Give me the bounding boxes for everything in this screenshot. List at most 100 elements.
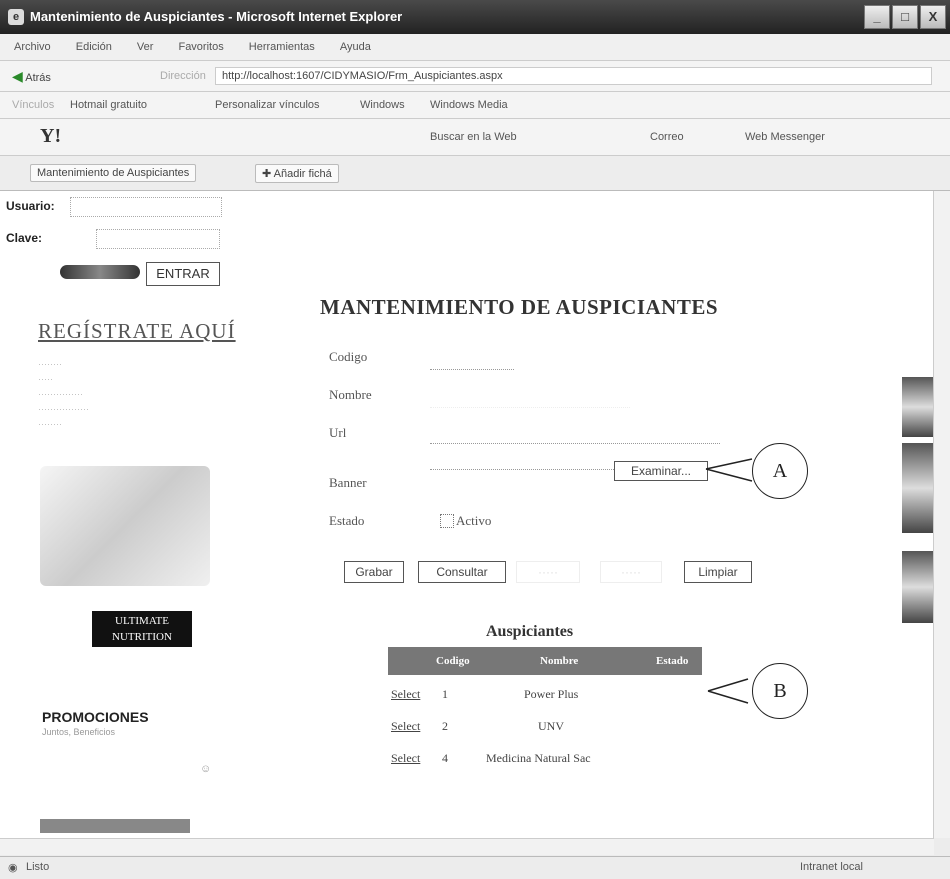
sidebar-link-3[interactable]: ··············· <box>38 389 83 399</box>
table-row: Select 1 Power Plus <box>388 683 702 709</box>
sidebar-link-5[interactable]: ········ <box>38 419 62 429</box>
promo-image[interactable] <box>40 466 210 586</box>
estado-label: Estado <box>329 513 365 528</box>
nombre-label: Nombre <box>329 387 372 402</box>
table-title: Auspiciantes <box>486 623 574 640</box>
sidebar: Usuario: Clave: ENTRAR REGÍSTRATE AQUÍ ·… <box>0 191 270 838</box>
link-hotmail[interactable]: Hotmail gratuito <box>70 99 147 111</box>
address-bar[interactable]: http://localhost:1607/CIDYMASIO/Frm_Ausp… <box>215 67 932 85</box>
table-row: Select 2 UNV <box>388 715 702 741</box>
promociones-subtitle: Juntos, Beneficios <box>42 727 116 737</box>
select-link[interactable]: Select <box>391 719 420 734</box>
tab-mantenimiento[interactable]: Mantenimiento de Auspiciantes <box>30 164 197 182</box>
messenger-button[interactable]: Web Messenger <box>745 131 825 143</box>
vinculos-label: Vínculos <box>12 99 55 111</box>
correo-button[interactable]: Correo <box>650 131 684 143</box>
menu-bar: Archivo Edición Ver Favoritos Herramient… <box>0 34 950 61</box>
plus-icon: ✚ <box>262 168 274 180</box>
close-button[interactable]: X <box>920 5 946 29</box>
row-nombre: UNV <box>538 719 564 733</box>
zone-text: Intranet local <box>800 861 863 873</box>
password-input[interactable] <box>96 229 220 249</box>
col-nombre: Nombre <box>540 655 579 667</box>
yahoo-toolbar: Y! Buscar en la Web Correo Web Messenger <box>0 119 950 156</box>
back-label: Atrás <box>25 72 51 84</box>
callout-b: B <box>752 663 808 719</box>
codigo-input[interactable] <box>430 353 514 370</box>
promociones-heading: PROMOCIONES <box>42 709 149 725</box>
disabled-button-1[interactable]: ····· <box>516 561 580 583</box>
yahoo-search-button[interactable]: Buscar en la Web <box>430 131 517 143</box>
user-label: Usuario: <box>6 199 55 213</box>
minimize-button[interactable]: _ <box>864 5 890 29</box>
sidebar-banner[interactable] <box>40 819 190 833</box>
horizontal-scrollbar[interactable] <box>0 838 934 855</box>
callout-a: A <box>752 443 808 499</box>
vertical-scrollbar[interactable] <box>933 191 950 838</box>
add-favorite-label: Añadir fichá <box>273 168 332 180</box>
user-input[interactable] <box>70 197 222 217</box>
grabar-button[interactable]: Grabar <box>344 561 404 583</box>
address-label: Dirección <box>160 70 206 82</box>
nombre-input[interactable] <box>430 391 630 408</box>
ultimate-nutrition-logo[interactable]: ULTIMATE NUTRITION <box>92 611 192 647</box>
consultar-button[interactable]: Consultar <box>418 561 506 583</box>
side-photo-1 <box>902 377 934 437</box>
url-input[interactable] <box>430 427 720 444</box>
banner-input[interactable] <box>430 453 614 470</box>
row-codigo: 4 <box>442 751 448 765</box>
status-bar: ◉ Listo Intranet local <box>0 856 950 879</box>
add-favorite-button[interactable]: ✚ Añadir fichá <box>255 164 339 183</box>
tab-bar: Mantenimiento de Auspiciantes ✚ Añadir f… <box>0 156 950 191</box>
row-nombre: Medicina Natural Sac <box>486 751 591 765</box>
menu-favoritos[interactable]: Favoritos <box>178 41 223 53</box>
col-estado: Estado <box>656 655 689 667</box>
menu-edicion[interactable]: Edición <box>76 41 112 53</box>
status-text: Listo <box>26 861 50 873</box>
side-photo-3 <box>902 551 934 623</box>
examinar-button[interactable]: Examinar... <box>614 461 708 481</box>
menu-herramientas[interactable]: Herramientas <box>249 41 315 53</box>
page-content: Usuario: Clave: ENTRAR REGÍSTRATE AQUÍ ·… <box>0 191 934 838</box>
smile-icon: ☺ <box>200 763 212 775</box>
sidebar-link-2[interactable]: ····· <box>38 374 53 384</box>
disabled-button-2[interactable]: ····· <box>600 561 662 583</box>
activo-label: Activo <box>456 513 492 528</box>
back-button[interactable]: ◀ Atrás <box>12 68 51 85</box>
row-nombre: Power Plus <box>524 687 579 701</box>
register-link[interactable]: REGÍSTRATE AQUÍ <box>38 319 236 344</box>
window-controls: _ □ X <box>864 5 946 29</box>
select-link[interactable]: Select <box>391 751 420 766</box>
menu-ver[interactable]: Ver <box>137 41 154 53</box>
link-personalizar[interactable]: Personalizar vínculos <box>215 99 320 111</box>
main-form: MANTENIMIENTO DE AUSPICIANTES Codigo Nom… <box>300 191 920 838</box>
select-link[interactable]: Select <box>391 687 420 702</box>
row-codigo: 1 <box>442 687 448 701</box>
menu-ayuda[interactable]: Ayuda <box>340 41 371 53</box>
codigo-label: Codigo <box>329 349 368 364</box>
table-row: Select 4 Medicina Natural Sac <box>388 747 702 773</box>
ie-logo-icon: e <box>8 9 24 25</box>
globe-icon: ◉ <box>8 862 18 874</box>
sidebar-link-4[interactable]: ················· <box>38 404 89 414</box>
page-title: MANTENIMIENTO DE AUSPICIANTES <box>320 295 719 319</box>
maximize-button[interactable]: □ <box>892 5 918 29</box>
activo-checkbox[interactable] <box>440 514 454 528</box>
password-label: Clave: <box>6 231 43 245</box>
limpiar-button[interactable]: Limpiar <box>684 561 752 583</box>
window-title: Mantenimiento de Auspiciantes - Microsof… <box>30 9 403 24</box>
link-windows-media[interactable]: Windows Media <box>430 99 508 111</box>
menu-archivo[interactable]: Archivo <box>14 41 51 53</box>
banner-label: Banner <box>329 475 367 490</box>
yahoo-logo[interactable]: Y! <box>40 125 61 148</box>
sidebar-link-1[interactable]: ········ <box>38 359 62 369</box>
login-button[interactable]: ENTRAR <box>146 262 220 286</box>
link-windows[interactable]: Windows <box>360 99 405 111</box>
robot-icon <box>60 265 140 279</box>
table-header: Codigo Nombre Estado <box>388 647 702 675</box>
url-label: Url <box>329 425 347 440</box>
links-bar: Vínculos Hotmail gratuito Personalizar v… <box>0 92 950 119</box>
title-bar: e Mantenimiento de Auspiciantes - Micros… <box>0 0 950 34</box>
browser-window: e Mantenimiento de Auspiciantes - Micros… <box>0 0 950 879</box>
side-photo-2 <box>902 443 934 533</box>
